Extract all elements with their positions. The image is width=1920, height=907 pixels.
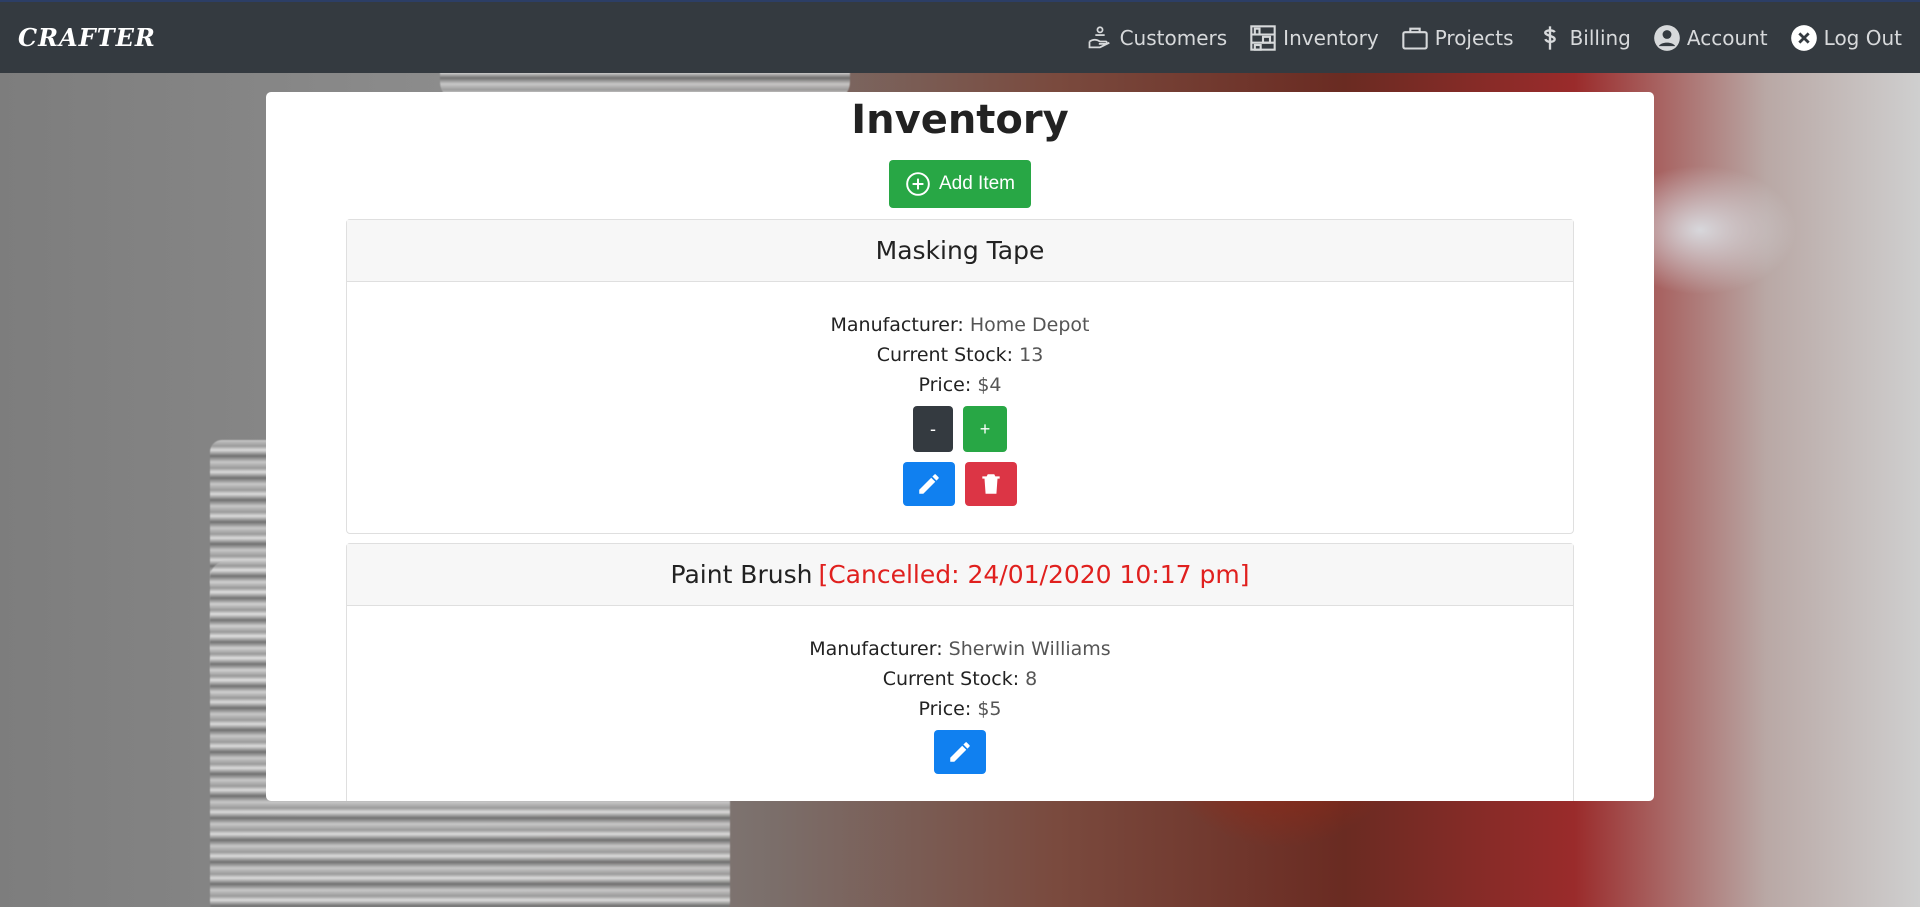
stock-label: Current Stock: (876, 344, 1014, 366)
item-header: Paint Brush [Cancelled: 24/01/2020 10:17… (347, 544, 1573, 606)
nav-projects-label: Projects (1434, 25, 1514, 50)
hand-icon (1088, 25, 1110, 48)
inventory-panel: Inventory Add Item Masking Tape Manufact… (266, 92, 1654, 801)
nav-projects[interactable]: Projects (1401, 24, 1514, 52)
trash-icon (982, 474, 1000, 494)
edit-item-button[interactable] (934, 730, 986, 774)
add-item-label: Add Item (938, 173, 1016, 194)
nav-account-label: Account (1686, 25, 1768, 50)
item-card: Masking Tape Manufacturer: Home Depot Cu… (346, 219, 1574, 534)
price-label: Price: (918, 374, 972, 396)
item-header: Masking Tape (347, 220, 1573, 282)
pencil-icon (919, 474, 939, 494)
item-actions (347, 462, 1573, 506)
stock-value: 8 (1025, 668, 1038, 690)
briefcase-icon (1401, 27, 1428, 50)
dollar-icon (1543, 25, 1556, 50)
price-field: Price: $4 (347, 370, 1573, 400)
nav-inventory-label: Inventory (1283, 25, 1379, 50)
manufacturer-field: Manufacturer: Home Depot (347, 310, 1573, 340)
stock-value: 13 (1019, 344, 1044, 366)
brand-logo[interactable]: CRAFTER (18, 23, 156, 52)
manufacturer-value: Sherwin Williams (948, 638, 1111, 660)
nav-billing-label: Billing (1569, 25, 1631, 50)
stock-stepper: - + (347, 406, 1573, 452)
price-field: Price: $5 (347, 694, 1573, 724)
nav-logout[interactable]: Log Out (1790, 24, 1902, 52)
plus-circle-icon (906, 172, 930, 196)
item-body: Manufacturer: Home Depot Current Stock: … (347, 282, 1573, 506)
nav-account[interactable]: Account (1653, 24, 1768, 52)
user-circle-icon (1654, 24, 1680, 51)
nav-inventory[interactable]: Inventory (1249, 24, 1379, 52)
cancelled-status: [Cancelled: 24/01/2020 10:17 pm] (818, 560, 1250, 589)
manufacturer-value: Home Depot (969, 314, 1090, 336)
decrement-stock-button[interactable]: - (913, 406, 953, 452)
item-name: Masking Tape (875, 236, 1045, 265)
nav-customers-label: Customers (1119, 25, 1228, 50)
stock-label: Current Stock: (882, 668, 1020, 690)
price-value: $4 (977, 374, 1002, 396)
item-name: Paint Brush (670, 560, 813, 589)
add-row: Add Item (266, 160, 1654, 208)
nav-logout-label: Log Out (1823, 25, 1902, 50)
manufacturer-label: Manufacturer: (830, 314, 964, 336)
edit-item-button[interactable] (903, 462, 955, 506)
shelves-icon (1250, 24, 1276, 51)
item-card: Paint Brush [Cancelled: 24/01/2020 10:17… (346, 543, 1574, 801)
stock-field: Current Stock: 8 (347, 664, 1573, 694)
increment-stock-button[interactable]: + (963, 406, 1007, 452)
manufacturer-label: Manufacturer: (809, 638, 943, 660)
add-item-button[interactable]: Add Item (888, 160, 1032, 208)
nav-links: Customers Inventory Projects Billing Acc… (1086, 24, 1902, 52)
navbar: CRAFTER Customers Inventory Projects Bil… (0, 0, 1920, 73)
item-body: Manufacturer: Sherwin Williams Current S… (347, 606, 1573, 774)
price-value: $5 (977, 698, 1002, 720)
stock-field: Current Stock: 13 (347, 340, 1573, 370)
delete-item-button[interactable] (965, 462, 1017, 506)
page-title: Inventory (851, 97, 1069, 143)
item-actions (347, 730, 1573, 774)
nav-customers[interactable]: Customers (1086, 24, 1228, 52)
price-label: Price: (918, 698, 972, 720)
manufacturer-field: Manufacturer: Sherwin Williams (347, 634, 1573, 664)
close-circle-icon (1790, 24, 1817, 51)
nav-billing[interactable]: Billing (1536, 24, 1631, 52)
pencil-icon (950, 742, 970, 762)
